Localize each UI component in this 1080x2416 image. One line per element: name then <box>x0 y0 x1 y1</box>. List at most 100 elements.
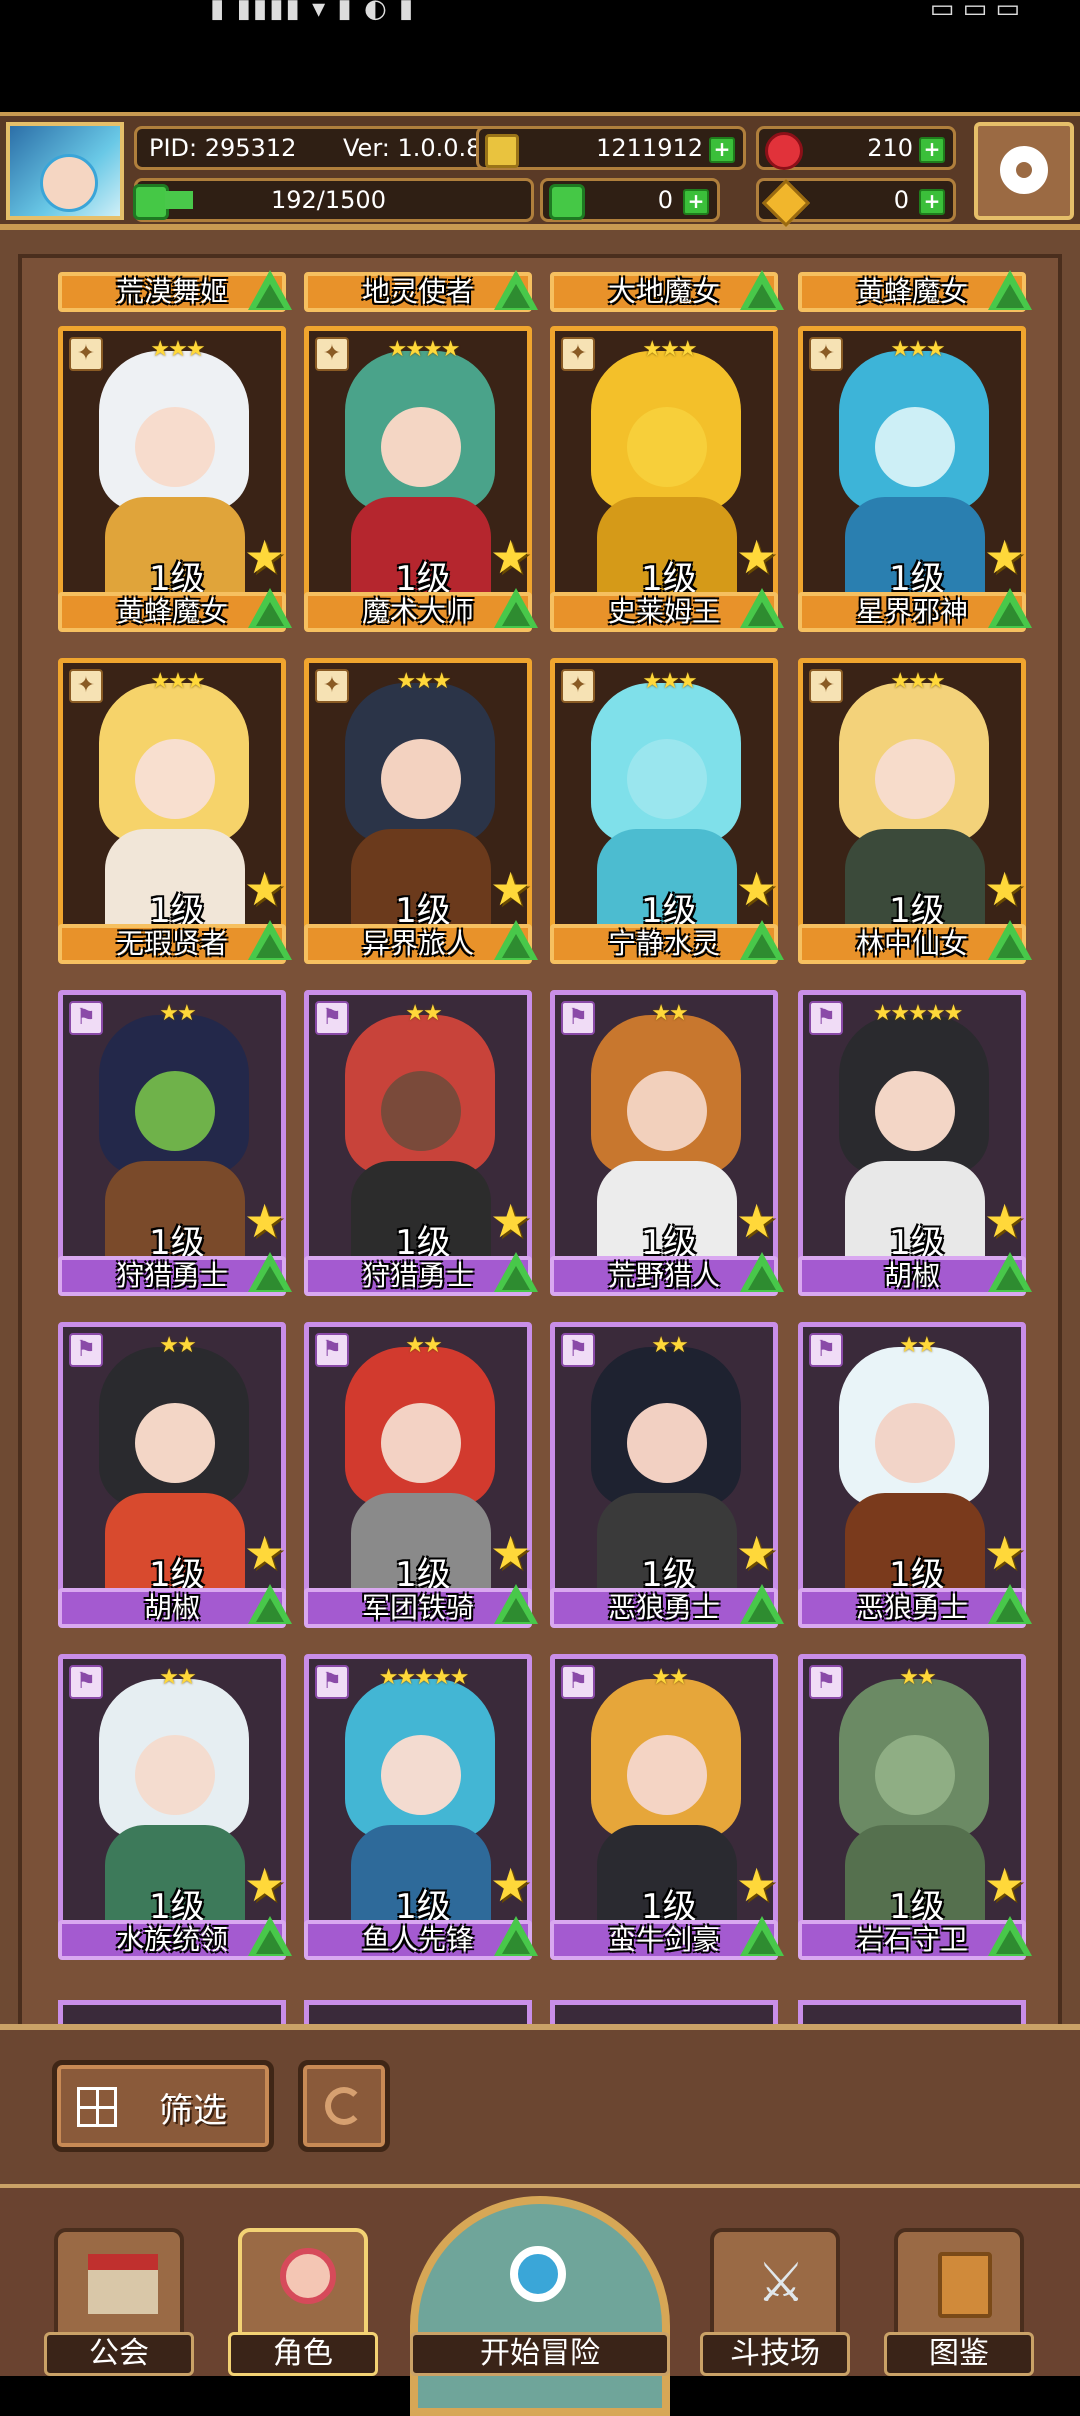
star-icon[interactable]: ★ <box>244 866 292 914</box>
portrait-face <box>875 1403 955 1483</box>
upgrade-arrow-icon[interactable] <box>248 270 292 310</box>
ruby-panel: 210 + <box>756 126 956 170</box>
filter-button[interactable]: 筛选 <box>52 2060 274 2152</box>
star-rating: ★★★ <box>642 669 697 694</box>
id-version-panel: PID: 295312 Ver: 1.0.0.8 <box>134 126 510 170</box>
character-card[interactable]: ⚑ ★★ 1级 ★ 恶狼勇士 <box>550 1322 784 1632</box>
star-icon[interactable]: ★ <box>984 866 1032 914</box>
character-card[interactable]: ⚑ ★★ 1级 ★ 狩猎勇士 <box>58 990 292 1300</box>
character-card[interactable]: ✦ ★★★★ 1级 ★ 魔术大师 <box>304 326 538 636</box>
character-card[interactable]: ✦ ★★★ 1级 ★ 无瑕贤者 <box>58 658 292 968</box>
upgrade-arrow-icon[interactable] <box>988 1252 1032 1292</box>
star-icon[interactable]: ★ <box>490 1530 538 1578</box>
system-status-bar: ▮ ▮▮▮▮ ▾ ▮ ◐ ▮ ▭ ▭ ▭ <box>0 0 1080 112</box>
character-card[interactable]: ⚑ ★★ 1级 ★ 荒野猎人 <box>550 990 784 1300</box>
add-token-button[interactable]: + <box>919 189 945 215</box>
upgrade-arrow-icon[interactable] <box>740 1916 784 1956</box>
star-rating: ★★★ <box>642 337 697 362</box>
character-card[interactable]: ⚑ ★★ 1级 ★ 狩猎勇士 <box>304 990 538 1300</box>
upgrade-arrow-icon[interactable] <box>248 1584 292 1624</box>
star-icon[interactable]: ★ <box>490 866 538 914</box>
character-card[interactable]: ⚑ ★★ 1级 ★ 军团铁骑 <box>304 1322 538 1632</box>
upgrade-arrow-icon[interactable] <box>248 1916 292 1956</box>
character-icon <box>280 2248 336 2304</box>
star-rating: ★★ <box>405 1001 442 1026</box>
bottom-nav: 公会 角色 开始冒险 ⚔ 斗技场 图鉴 <box>0 2184 1080 2416</box>
upgrade-arrow-icon[interactable] <box>988 588 1032 628</box>
star-icon[interactable]: ★ <box>490 1198 538 1246</box>
nav-codex[interactable]: 图鉴 <box>884 2228 1034 2376</box>
character-card[interactable]: ✦ ★★★ 1级 ★ 宁静水灵 <box>550 658 784 968</box>
upgrade-arrow-icon[interactable] <box>494 920 538 960</box>
portrait-face <box>627 1403 707 1483</box>
character-card[interactable]: ⚑ ★★ 1级 ★ 胡椒 <box>58 1322 292 1632</box>
settings-button[interactable] <box>974 122 1074 220</box>
upgrade-arrow-icon[interactable] <box>740 1252 784 1292</box>
star-icon[interactable]: ★ <box>984 1862 1032 1910</box>
character-card[interactable]: ⚑ ★★ 1级 ★ 恶狼勇士 <box>798 1322 1032 1632</box>
character-card[interactable]: ✦ ★★★ 1级 ★ 史莱姆王 <box>550 326 784 636</box>
upgrade-arrow-icon[interactable] <box>988 920 1032 960</box>
character-card[interactable]: ⚑ ★★★★★ 1级 ★ 胡椒 <box>798 990 1032 1300</box>
nav-guild-label: 公会 <box>44 2332 194 2376</box>
upgrade-arrow-icon[interactable] <box>494 588 538 628</box>
upgrade-arrow-icon[interactable] <box>740 920 784 960</box>
add-ruby-button[interactable]: + <box>919 137 945 163</box>
star-icon[interactable]: ★ <box>490 534 538 582</box>
star-icon[interactable]: ★ <box>984 1198 1032 1246</box>
card-top-1[interactable]: 荒漠舞姬 <box>58 270 292 312</box>
star-rating: ★★ <box>159 1333 196 1358</box>
star-icon[interactable]: ★ <box>244 1530 292 1578</box>
star-icon[interactable]: ★ <box>244 1862 292 1910</box>
star-icon[interactable]: ★ <box>736 1198 784 1246</box>
upgrade-arrow-icon[interactable] <box>248 920 292 960</box>
star-icon[interactable]: ★ <box>244 534 292 582</box>
star-icon[interactable]: ★ <box>736 1530 784 1578</box>
upgrade-arrow-icon[interactable] <box>740 588 784 628</box>
grid-icon <box>77 2087 117 2127</box>
add-gold-button[interactable]: + <box>709 137 735 163</box>
character-grid[interactable]: 荒漠舞姬 地灵使者 大地魔女 黄蜂魔女 ✦ ★★★ 1级 ★ 黄蜂魔女 ✦ ★★★★ 1级 ★ 魔… <box>18 254 1062 2030</box>
character-card[interactable]: ✦ ★★★ 1级 ★ 林中仙女 <box>798 658 1032 968</box>
star-rating: ★★★ <box>150 669 205 694</box>
character-card[interactable]: ⚑ ★★★★★ 1级 ★ 鱼人先锋 <box>304 1654 538 1964</box>
nav-adventure[interactable]: 开始冒险 <box>410 2196 670 2416</box>
upgrade-arrow-icon[interactable] <box>248 588 292 628</box>
character-card[interactable]: ✦ ★★★ 1级 ★ 黄蜂魔女 <box>58 326 292 636</box>
portrait-face <box>381 1403 461 1483</box>
nav-guild[interactable]: 公会 <box>44 2228 194 2376</box>
upgrade-arrow-icon[interactable] <box>988 1916 1032 1956</box>
character-card[interactable]: ✦ ★★★ 1级 ★ 异界旅人 <box>304 658 538 968</box>
player-avatar[interactable] <box>6 122 124 220</box>
star-icon[interactable]: ★ <box>736 1862 784 1910</box>
upgrade-arrow-icon[interactable] <box>988 270 1032 310</box>
character-card[interactable]: ⚑ ★★ 1级 ★ 水族统领 <box>58 1654 292 1964</box>
star-icon[interactable]: ★ <box>490 1862 538 1910</box>
star-icon[interactable]: ★ <box>984 1530 1032 1578</box>
upgrade-arrow-icon[interactable] <box>494 1916 538 1956</box>
upgrade-arrow-icon[interactable] <box>494 1584 538 1624</box>
character-card[interactable]: ⚑ ★★ 1级 ★ 岩石守卫 <box>798 1654 1032 1964</box>
upgrade-arrow-icon[interactable] <box>494 1252 538 1292</box>
add-clover-button[interactable]: + <box>683 189 709 215</box>
nav-arena[interactable]: ⚔ 斗技场 <box>700 2228 850 2376</box>
ruby-icon <box>765 132 803 170</box>
energy-bar-fill <box>165 191 193 209</box>
upgrade-arrow-icon[interactable] <box>248 1252 292 1292</box>
refresh-button[interactable] <box>298 2060 390 2152</box>
character-card[interactable]: ⚑ ★★ 1级 ★ 蛮牛剑豪 <box>550 1654 784 1964</box>
upgrade-arrow-icon[interactable] <box>740 270 784 310</box>
card-top-4[interactable]: 黄蜂魔女 <box>798 270 1032 312</box>
star-icon[interactable]: ★ <box>736 534 784 582</box>
character-card[interactable]: ✦ ★★★ 1级 ★ 星界邪神 <box>798 326 1032 636</box>
star-icon[interactable]: ★ <box>984 534 1032 582</box>
gear-icon <box>1000 146 1048 194</box>
card-top-2[interactable]: 地灵使者 <box>304 270 538 312</box>
nav-role[interactable]: 角色 <box>228 2228 378 2376</box>
upgrade-arrow-icon[interactable] <box>494 270 538 310</box>
upgrade-arrow-icon[interactable] <box>740 1584 784 1624</box>
card-top-3[interactable]: 大地魔女 <box>550 270 784 312</box>
upgrade-arrow-icon[interactable] <box>988 1584 1032 1624</box>
star-icon[interactable]: ★ <box>736 866 784 914</box>
star-icon[interactable]: ★ <box>244 1198 292 1246</box>
